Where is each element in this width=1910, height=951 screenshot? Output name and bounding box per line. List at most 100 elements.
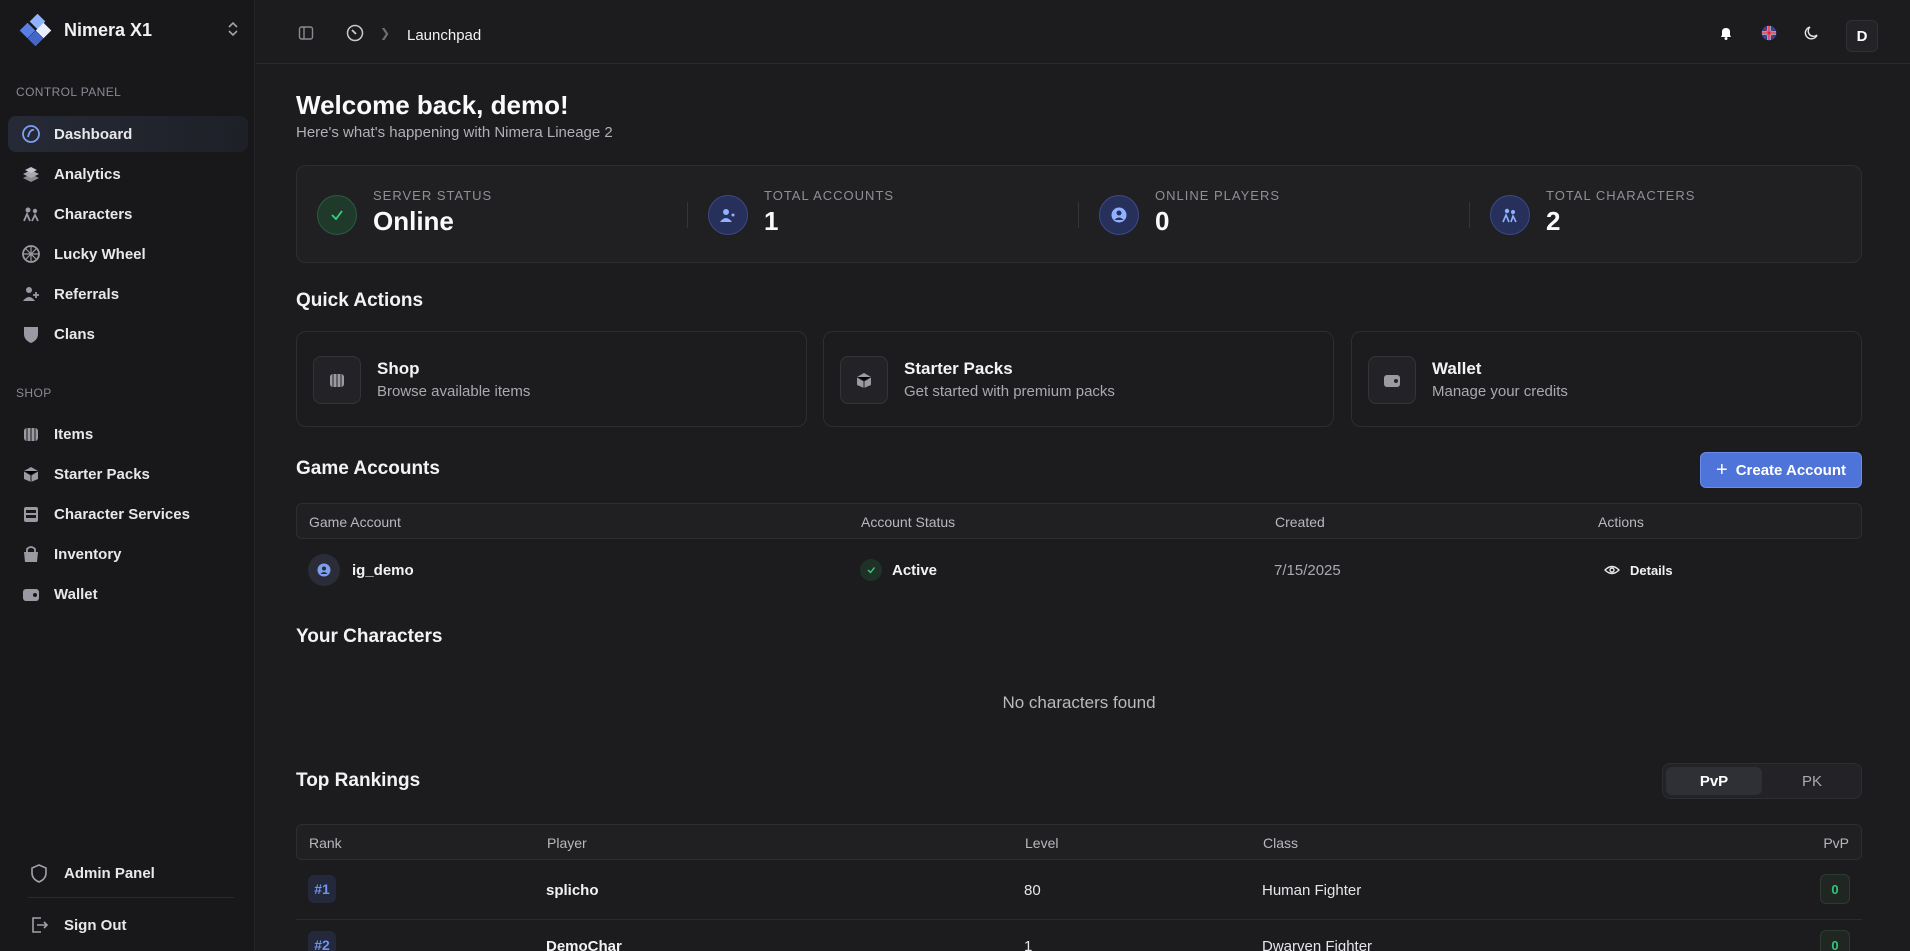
sidebar-item-lucky-wheel[interactable]: Lucky Wheel: [8, 236, 248, 272]
sidebar-item-label: Dashboard: [54, 125, 133, 143]
check-icon: [860, 559, 882, 581]
stat-total-accounts: TOTAL ACCOUNTS 1: [688, 166, 1079, 264]
quick-action-subtitle: Browse available items: [377, 383, 531, 400]
rank-badge: #2: [308, 931, 336, 951]
account-avatar-icon: [308, 554, 340, 586]
accounts-table-header: Game Account Account Status Created Acti…: [296, 503, 1862, 539]
column-header: PvP: [1823, 835, 1849, 851]
inventory-icon: [20, 543, 42, 565]
topbar: ❯ Launchpad D: [256, 0, 1910, 64]
create-account-button[interactable]: + Create Account: [1700, 452, 1862, 488]
sidebar-item-label: Clans: [54, 325, 95, 343]
empty-state: No characters found: [1002, 693, 1156, 712]
rankings-table-header: Rank Player Level Class PvP: [296, 824, 1862, 860]
pvp-count-badge: 0: [1820, 874, 1850, 904]
sidebar-item-clans[interactable]: Clans: [8, 316, 248, 352]
quick-action-subtitle: Manage your credits: [1432, 383, 1568, 400]
sidebar-item-label: Analytics: [54, 165, 121, 183]
admin-panel-link[interactable]: Admin Panel: [28, 862, 155, 884]
stat-value: 2: [1546, 206, 1561, 236]
launchpad-icon[interactable]: [346, 24, 364, 42]
sidebar-toggle-icon[interactable]: [297, 24, 315, 42]
user-avatar[interactable]: D: [1846, 20, 1878, 52]
wheel-icon: [20, 243, 42, 265]
player-name: DemoChar: [546, 938, 622, 951]
user-circle-icon: [1099, 195, 1139, 235]
eye-icon: [1604, 562, 1620, 578]
player-name: splicho: [546, 882, 599, 899]
details-button[interactable]: Details: [1604, 555, 1673, 585]
sidebar-item-label: Wallet: [54, 585, 98, 603]
bell-icon[interactable]: [1717, 24, 1735, 42]
stat-label: SERVER STATUS: [373, 188, 493, 203]
player-level: 1: [1024, 938, 1033, 951]
shop-icon: [313, 356, 361, 404]
moon-icon[interactable]: [1803, 24, 1821, 42]
sidebar-item-referrals[interactable]: Referrals: [8, 276, 248, 312]
brand-logo-icon: [18, 13, 52, 47]
quick-action-wallet[interactable]: Wallet Manage your credits: [1351, 331, 1862, 427]
create-account-label: Create Account: [1735, 461, 1846, 479]
stat-server-status: SERVER STATUS Online: [297, 166, 688, 264]
page-title: Welcome back, demo!: [296, 90, 569, 120]
stat-total-characters: TOTAL CHARACTERS 2: [1470, 166, 1861, 264]
quick-action-subtitle: Get started with premium packs: [904, 383, 1115, 400]
language-flag-icon[interactable]: [1760, 24, 1778, 42]
dashboard-icon: [20, 123, 42, 145]
wallet-icon: [1368, 356, 1416, 404]
quick-action-title: Starter Packs: [904, 359, 1013, 378]
your-characters-title: Your Characters: [296, 626, 443, 647]
starter-packs-icon: [20, 463, 42, 485]
analytics-icon: [20, 163, 42, 185]
sign-out-icon: [28, 914, 50, 936]
sidebar-item-characters[interactable]: Characters: [8, 196, 248, 232]
player-level: 80: [1024, 882, 1041, 899]
sidebar-item-label: Items: [54, 425, 94, 443]
plus-icon: +: [1716, 459, 1728, 481]
tab-pk[interactable]: PK: [1764, 767, 1860, 795]
stat-label: ONLINE PLAYERS: [1155, 188, 1281, 203]
stat-value: 1: [764, 206, 779, 236]
sidebar-item-analytics[interactable]: Analytics: [8, 156, 248, 192]
sign-out-button[interactable]: Sign Out: [28, 914, 127, 936]
characters-icon: [1490, 195, 1530, 235]
shop-label: SHOP: [16, 386, 52, 400]
stats-card: SERVER STATUS Online TOTAL ACCOUNTS 1 ON…: [296, 165, 1862, 263]
workspace-switcher[interactable]: Nimera X1: [18, 13, 240, 47]
sidebar-item-inventory[interactable]: Inventory: [8, 536, 248, 572]
users-icon: [708, 195, 748, 235]
sidebar-item-dashboard[interactable]: Dashboard: [8, 116, 248, 152]
stat-value: Online: [373, 206, 454, 236]
column-header: Rank: [309, 835, 342, 851]
sidebar-item-items[interactable]: Items: [8, 416, 248, 452]
stat-online-players: ONLINE PLAYERS 0: [1079, 166, 1470, 264]
breadcrumb-current: Launchpad: [407, 27, 482, 44]
starter-packs-icon: [840, 356, 888, 404]
stat-value: 0: [1155, 206, 1170, 236]
chevron-up-down-icon: [226, 20, 240, 39]
sidebar-item-character-services[interactable]: Character Services: [8, 496, 248, 532]
page-subtitle: Here's what's happening with Nimera Line…: [296, 124, 613, 141]
quick-action-title: Wallet: [1432, 359, 1482, 378]
account-name: ig_demo: [352, 562, 414, 579]
row-divider: [296, 919, 1862, 920]
sidebar-item-label: Referrals: [54, 285, 120, 303]
sidebar-item-starter-packs[interactable]: Starter Packs: [8, 456, 248, 492]
app-name: Nimera X1: [64, 19, 153, 40]
rank-badge: #1: [308, 875, 336, 903]
details-label: Details: [1630, 562, 1673, 578]
top-rankings-title: Top Rankings: [296, 770, 421, 791]
column-header: Level: [1025, 835, 1059, 851]
wallet-icon: [20, 583, 42, 605]
sidebar-item-wallet[interactable]: Wallet: [8, 576, 248, 612]
sidebar: Nimera X1 CONTROL PANEL Dashboard Analyt…: [0, 0, 255, 951]
quick-action-starter-packs[interactable]: Starter Packs Get started with premium p…: [823, 331, 1334, 427]
tab-pvp[interactable]: PvP: [1666, 767, 1762, 795]
sidebar-divider: [28, 897, 234, 898]
column-header: Account Status: [861, 514, 956, 530]
rankings-toggle: PvP PK: [1662, 763, 1862, 799]
pvp-count-badge: 0: [1820, 930, 1850, 951]
sidebar-item-label: Starter Packs: [54, 465, 150, 483]
quick-action-shop[interactable]: Shop Browse available items: [296, 331, 807, 427]
characters-icon: [20, 203, 42, 225]
